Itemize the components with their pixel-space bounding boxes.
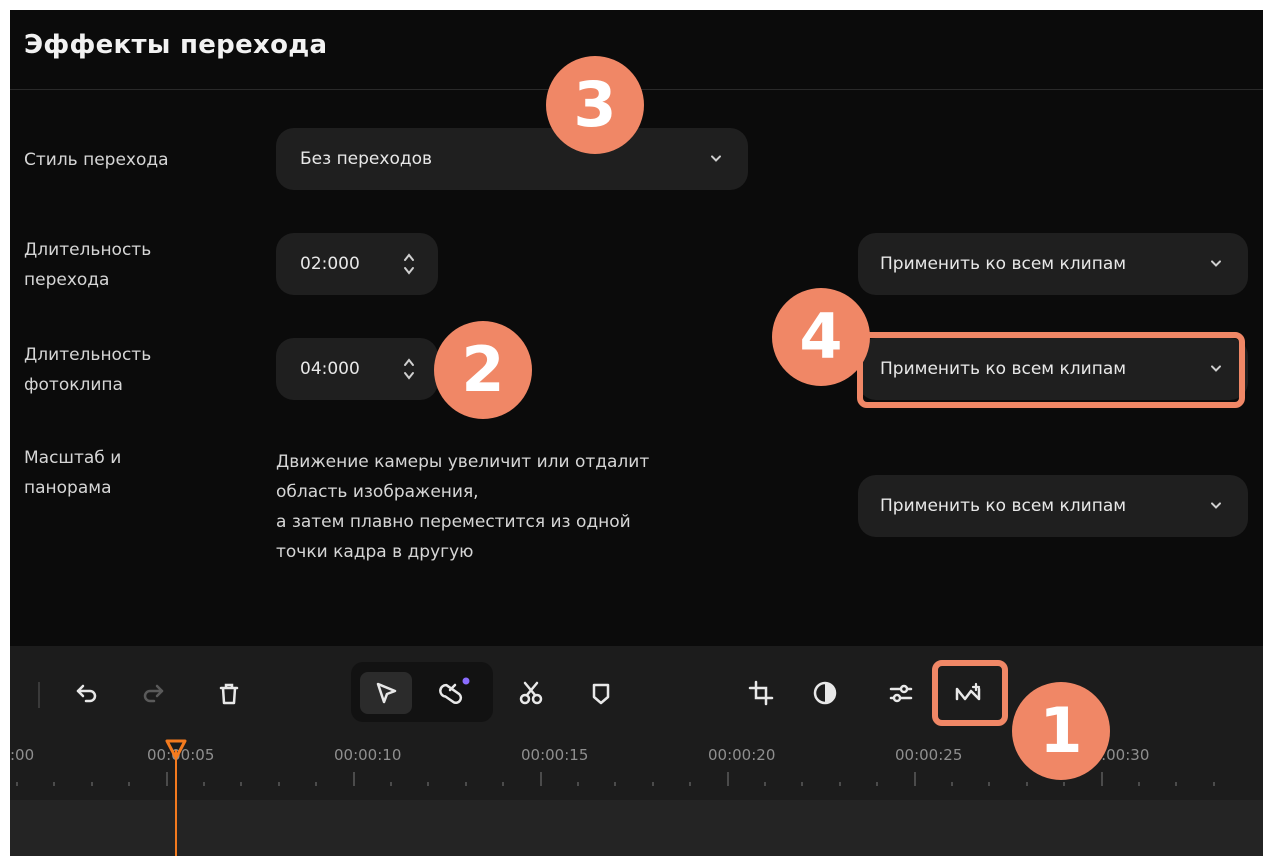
ruler-tick [577,782,579,786]
callout-badge-1: 1 [1012,682,1110,780]
magnet-icon[interactable] [439,674,470,704]
ruler-tick [764,782,766,786]
description-line: а затем плавно переместится из одной [276,512,631,532]
ruler-tick [165,772,168,786]
ruler-tick [352,772,355,786]
transition-effects-window: Эффекты перехода Стиль перехода Без пере… [10,10,1263,856]
timeline-track[interactable] [10,800,1263,856]
ruler-tick [1025,782,1028,786]
ruler-tick [1138,782,1140,786]
playhead-handle-icon[interactable] [164,738,188,762]
ruler-tick [1100,772,1103,786]
transition-style-select[interactable]: Без переходов [276,128,748,190]
ruler-tick [1212,782,1215,786]
adjust-icon[interactable] [886,678,916,708]
pan-zoom-label: Масштаб и панорама [24,443,224,503]
transition-duration-stepper[interactable]: 02:000 [276,233,438,295]
photo-duration-value: 04:000 [300,359,360,379]
ruler-tick [689,782,692,786]
apply-all-label: Применить ко всем клипам [880,496,1127,516]
ruler-tick [539,772,542,786]
callout-badge-4: 4 [772,288,870,386]
ruler-tick [838,782,841,786]
ruler-tick [464,782,467,786]
timecode-label: 00:00:20 [708,746,776,764]
transition-duration-label: Длительность перехода [24,235,224,295]
stepper-arrows-icon[interactable] [402,249,416,279]
timecode-label: 00:00:15 [521,746,589,764]
photo-duration-stepper[interactable]: 04:000 [276,338,438,400]
apply-all-label: Применить ко всем клипам [880,254,1127,274]
pan-zoom-description: Движение камеры увеличит или отдалит обл… [276,447,776,567]
ruler-tick [726,772,729,786]
ruler-tick [1175,782,1178,786]
ruler-tick [277,782,280,786]
timecode-label: 00:00:25 [895,746,963,764]
marker-icon[interactable] [586,678,616,708]
timecode-label: 00:00:10 [334,746,402,764]
photo-duration-label-line1: Длительность [24,345,152,365]
ruler-tick [502,782,505,786]
timecode-label: :00 [10,746,35,764]
redo-icon[interactable] [138,678,168,708]
photo-duration-label-line2: фотоклипа [24,375,123,395]
transition-style-label: Стиль перехода [24,150,169,170]
cut-icon[interactable] [516,678,546,708]
highlight-transition-tool [932,660,1008,726]
description-line: Движение камеры увеличит или отдалит [276,452,650,472]
ruler-tick [876,782,879,786]
highlight-apply-photo-duration [857,332,1245,408]
playhead-line[interactable] [175,750,177,856]
ruler-tick [913,772,916,786]
delete-icon[interactable] [214,678,244,708]
apply-all-transition-duration-button[interactable]: Применить ко всем клипам [858,233,1248,295]
transition-duration-label-line2: перехода [24,270,110,290]
ruler-tick [801,782,804,786]
ruler-tick [951,782,953,786]
transition-duration-label-line1: Длительность [24,240,152,260]
transition-duration-value: 02:000 [300,254,360,274]
chevron-down-icon [1210,499,1222,511]
callout-badge-3: 3 [546,56,644,154]
ruler-tick [1063,782,1066,786]
ruler-tick [390,782,392,786]
callout-badge-2: 2 [434,321,532,419]
ruler-tick [16,782,18,786]
ruler-tick [53,782,56,786]
pan-zoom-label-line2: панорама [24,478,112,498]
description-line: точки кадра в другую [276,542,474,562]
crop-icon[interactable] [746,678,776,708]
color-icon[interactable] [810,678,840,708]
ruler-tick [203,782,205,786]
page-title: Эффекты перехода [24,30,328,60]
chevron-down-icon [1210,257,1222,269]
ruler-tick [988,782,991,786]
select-cursor-icon[interactable] [371,678,401,708]
ruler-tick [651,782,654,786]
ruler-tick [315,782,318,786]
pan-zoom-label-line1: Масштаб и [24,448,122,468]
transition-style-value: Без переходов [300,149,433,169]
ruler-tick [614,782,617,786]
stepper-arrows-icon[interactable] [402,354,416,384]
ruler-tick [128,782,131,786]
undo-icon[interactable] [72,678,102,708]
chevron-down-icon [710,152,722,164]
ruler-tick [90,782,93,786]
ruler-tick [427,782,430,786]
photo-duration-label: Длительность фотоклипа [24,340,224,400]
ruler-tick [240,782,243,786]
toolbar-divider [38,682,40,708]
description-line: область изображения, [276,482,479,502]
apply-all-pan-zoom-button[interactable]: Применить ко всем клипам [858,475,1248,537]
